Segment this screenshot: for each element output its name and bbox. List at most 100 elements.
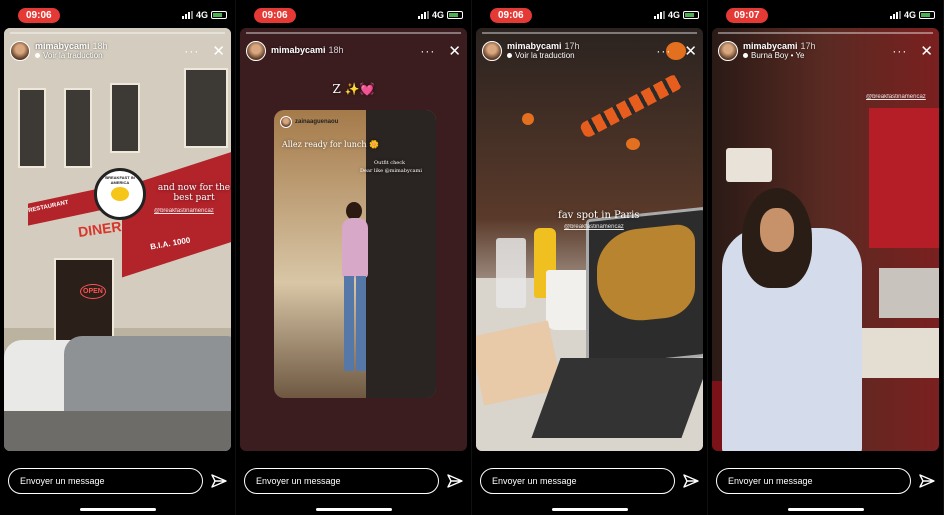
send-icon[interactable] bbox=[919, 473, 935, 489]
send-icon[interactable] bbox=[683, 473, 699, 489]
battery-icon bbox=[447, 11, 463, 19]
more-options-icon[interactable]: ··· bbox=[656, 44, 671, 58]
story-header: mimabycami 18h Voir la traduction ··· ✕ bbox=[10, 38, 225, 64]
story-progress-bar bbox=[482, 32, 697, 34]
more-options-icon[interactable]: ··· bbox=[892, 44, 907, 58]
inner-sub2: Dear like @mimabycami bbox=[360, 168, 422, 174]
inner-caption: Allez ready for lunch 🌼 bbox=[282, 140, 380, 149]
status-bar: 09:07 4G bbox=[708, 6, 943, 24]
mention-tag[interactable]: @breakfastinamericaz bbox=[866, 94, 926, 100]
status-time: 09:07 bbox=[726, 7, 768, 23]
translation-link[interactable]: Voir la traduction bbox=[507, 51, 651, 61]
home-indicator bbox=[552, 508, 628, 511]
network-label: 4G bbox=[431, 10, 444, 20]
status-bar: 09:06 4G bbox=[236, 6, 471, 24]
home-indicator bbox=[788, 508, 864, 511]
status-bar: 09:06 4G bbox=[472, 6, 707, 24]
status-icons: 4G bbox=[181, 10, 227, 20]
reply-bar bbox=[472, 466, 707, 496]
status-time: 09:06 bbox=[18, 7, 60, 23]
story-screen-3: 09:06 4G mimabycami 17h Voir la traducti… bbox=[472, 0, 708, 515]
translate-icon bbox=[507, 52, 512, 58]
signal-icon bbox=[417, 11, 429, 19]
translate-icon bbox=[35, 52, 40, 58]
close-icon[interactable]: ✕ bbox=[448, 42, 461, 60]
message-input[interactable] bbox=[716, 468, 911, 494]
story-strip: 09:06 4G BREAKFAST IN AMERICA RESTAURANT… bbox=[0, 0, 944, 515]
status-icons: 4G bbox=[653, 10, 699, 20]
more-options-icon[interactable]: ··· bbox=[184, 44, 199, 58]
signal-icon bbox=[889, 11, 901, 19]
avatar[interactable] bbox=[10, 41, 30, 61]
mention-tag[interactable]: @breakfastinamericaz bbox=[564, 224, 624, 230]
time-ago: 17h bbox=[564, 40, 580, 51]
mention-tag[interactable]: @breakfastinamericaz bbox=[154, 208, 214, 214]
wall-photo bbox=[726, 148, 772, 182]
inner-username: zainaaguenaou bbox=[295, 119, 339, 125]
status-icons: 4G bbox=[417, 10, 463, 20]
story-header: mimabycami 17h Voir la traduction ··· ✕ bbox=[482, 38, 697, 64]
story-screen-2: 09:06 4G Z ✨💓 zainaaguenaou Allez ready … bbox=[236, 0, 472, 515]
avatar[interactable] bbox=[482, 41, 502, 61]
avatar[interactable] bbox=[718, 41, 738, 61]
keyboard bbox=[531, 358, 703, 438]
story-caption: Z ✨💓 bbox=[332, 82, 375, 96]
status-time: 09:06 bbox=[254, 7, 296, 23]
time-ago: 18h bbox=[92, 40, 108, 51]
story-progress-bar bbox=[246, 32, 461, 34]
signal-icon bbox=[181, 11, 193, 19]
story-progress-bar bbox=[718, 32, 933, 34]
story-caption: fav spot in Paris bbox=[558, 210, 640, 221]
music-link[interactable]: Burna Boy • Ye bbox=[743, 51, 887, 61]
reply-bar bbox=[0, 466, 235, 496]
story-content[interactable]: mimabycami 17h Voir la traduction ··· ✕ f… bbox=[476, 28, 703, 451]
message-input[interactable] bbox=[244, 468, 439, 494]
story-screen-4: 09:07 4G mimabycami 17h Burna Boy • Ye ·… bbox=[708, 0, 944, 515]
close-icon[interactable]: ✕ bbox=[684, 42, 697, 60]
username[interactable]: mimabycami bbox=[35, 41, 90, 51]
battery-icon bbox=[919, 11, 935, 19]
send-icon[interactable] bbox=[447, 473, 463, 489]
message-input[interactable] bbox=[8, 468, 203, 494]
story-content[interactable]: BREAKFAST IN AMERICA RESTAURANT DINER B.… bbox=[4, 28, 231, 451]
signal-icon bbox=[653, 11, 665, 19]
red-curtain bbox=[869, 108, 939, 248]
message-input[interactable] bbox=[480, 468, 675, 494]
status-icons: 4G bbox=[889, 10, 935, 20]
username[interactable]: mimabycami bbox=[507, 41, 562, 51]
inner-avatar bbox=[280, 116, 292, 128]
status-time: 09:06 bbox=[490, 7, 532, 23]
story-screen-1: 09:06 4G BREAKFAST IN AMERICA RESTAURANT… bbox=[0, 0, 236, 515]
reply-bar bbox=[708, 466, 943, 496]
network-label: 4G bbox=[195, 10, 208, 20]
username[interactable]: mimabycami bbox=[743, 41, 798, 51]
translation-link[interactable]: Voir la traduction bbox=[35, 51, 179, 61]
close-icon[interactable]: ✕ bbox=[212, 42, 225, 60]
reply-bar bbox=[236, 466, 471, 496]
home-indicator bbox=[316, 508, 392, 511]
sugar-shaker bbox=[496, 238, 526, 308]
close-icon[interactable]: ✕ bbox=[920, 42, 933, 60]
story-progress-bar bbox=[10, 32, 225, 34]
inner-sub1: Outfit check bbox=[374, 160, 406, 166]
status-bar: 09:06 4G bbox=[0, 6, 235, 24]
more-options-icon[interactable]: ··· bbox=[420, 44, 435, 58]
laptop bbox=[586, 206, 703, 370]
story-content[interactable]: mimabycami 17h Burna Boy • Ye ··· ✕ @brea… bbox=[712, 28, 939, 451]
restaurant-logo: BREAKFAST IN AMERICA bbox=[94, 168, 146, 220]
network-label: 4G bbox=[667, 10, 680, 20]
story-header: mimabycami 18h ··· ✕ bbox=[246, 38, 461, 64]
shared-post-header: zainaaguenaou bbox=[280, 116, 338, 128]
home-indicator bbox=[80, 508, 156, 511]
network-label: 4G bbox=[903, 10, 916, 20]
time-ago: 17h bbox=[800, 40, 816, 51]
avatar[interactable] bbox=[246, 41, 266, 61]
logo-text: BREAKFAST IN AMERICA bbox=[105, 175, 135, 185]
shared-post-photo[interactable]: zainaaguenaou Allez ready for lunch 🌼 Ou… bbox=[274, 110, 436, 398]
username[interactable]: mimabycami bbox=[271, 45, 326, 55]
story-content[interactable]: Z ✨💓 zainaaguenaou Allez ready for lunch… bbox=[240, 28, 467, 451]
send-icon[interactable] bbox=[211, 473, 227, 489]
story-header: mimabycami 17h Burna Boy • Ye ··· ✕ bbox=[718, 38, 933, 64]
time-ago: 18h bbox=[328, 45, 344, 56]
story-caption: and now for the best part bbox=[157, 183, 231, 203]
